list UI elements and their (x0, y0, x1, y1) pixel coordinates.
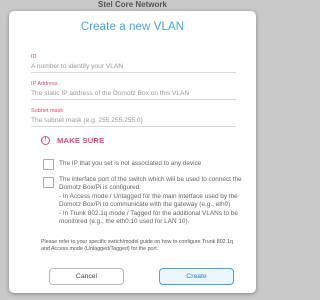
switch-port-line-trunk: - In Trunk 802.1q mode / Tagged for the … (59, 209, 238, 226)
warning-icon: ! (41, 136, 50, 145)
switch-port-line-access: - In Access mode / Untagged for the main… (59, 192, 238, 209)
create-button[interactable]: Create (159, 268, 234, 285)
ip-address-input[interactable]: The static IP address of the Domotz Box … (31, 90, 236, 100)
create-vlan-dialog: Create a new VLAN ID A number to identif… (9, 11, 256, 293)
vlan-id-label: ID (31, 54, 37, 60)
cancel-button[interactable]: Cancel (49, 268, 124, 285)
vlan-id-field: ID A number to identify your VLAN (31, 54, 236, 73)
subnet-mask-input[interactable]: The subnet mask (e.g. 255.255.255.0) (31, 117, 236, 127)
switch-port-line-intro: The interface port of the switch which w… (59, 176, 242, 192)
ip-address-field: IP Address The static IP address of the … (31, 81, 236, 100)
ip-not-associated-checkbox[interactable] (43, 159, 54, 170)
dialog-title: Create a new VLAN (80, 21, 185, 33)
switch-port-configured-text: The interface port of the switch which w… (59, 176, 245, 226)
ip-address-label: IP Address (31, 81, 58, 87)
ip-not-associated-text: The IP that you set is not associated to… (59, 160, 202, 167)
subnet-mask-field: Subnet mask The subnet mask (e.g. 255.25… (31, 108, 236, 127)
vlan-id-input[interactable]: A number to identify your VLAN (31, 63, 236, 73)
switch-port-configured-checkbox[interactable] (43, 177, 54, 188)
warning-title: MAKE SURE (57, 136, 105, 145)
switch-guide-note: Please refer to your specific switch/mod… (41, 239, 233, 253)
subnet-mask-label: Subnet mask (31, 108, 64, 114)
